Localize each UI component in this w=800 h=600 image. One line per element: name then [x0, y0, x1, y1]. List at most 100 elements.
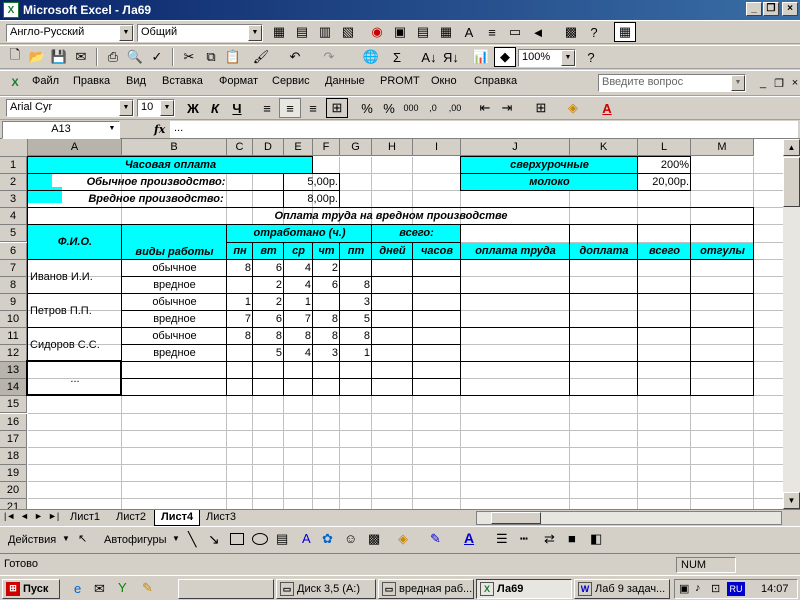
task-word-2[interactable]: W Лаб 9 задач...	[574, 579, 670, 599]
task-empty[interactable]	[178, 579, 274, 599]
window-icon[interactable]: ▭	[504, 22, 526, 42]
arrow-icon[interactable]: ↘	[208, 531, 220, 548]
picture-icon[interactable]: ▩	[368, 531, 380, 547]
chevron-down-icon[interactable]: ▼	[119, 25, 133, 41]
hours-value[interactable]: 7	[284, 311, 313, 328]
hours-value[interactable]	[340, 260, 372, 277]
row-header[interactable]: 2	[0, 174, 27, 192]
menu-file[interactable]: Файл	[32, 75, 59, 87]
hours-value[interactable]: 8	[313, 311, 340, 328]
hours-value[interactable]: 5	[253, 345, 284, 362]
column-header[interactable]: K	[570, 139, 638, 156]
select-pointer-icon[interactable]: ↖	[78, 532, 87, 545]
row-header[interactable]: 21	[0, 499, 27, 509]
cut-icon[interactable]: ✂	[178, 47, 200, 67]
chevron-down-icon[interactable]: ▼	[105, 122, 119, 138]
align-left-icon[interactable]: ≡	[256, 98, 278, 118]
hours-value[interactable]: 8	[227, 328, 253, 345]
ie-icon[interactable]: e	[74, 581, 81, 596]
days-header[interactable]: дней	[372, 242, 413, 260]
worked-header[interactable]: отработано (ч.)	[227, 225, 372, 243]
work-type[interactable]: обычное	[122, 260, 227, 277]
dictionary-icon[interactable]: ▥	[314, 22, 336, 42]
shadow-icon[interactable]: ■	[568, 531, 576, 546]
autosum-icon[interactable]: Σ	[386, 47, 408, 67]
day-header[interactable]: ср	[284, 242, 313, 260]
chevron-down-icon[interactable]: ▼	[172, 534, 180, 543]
chevron-down-icon[interactable]: ▼	[119, 100, 133, 116]
line-icon[interactable]: ╲	[188, 531, 196, 548]
next-sheet-icon[interactable]: ►	[34, 511, 43, 521]
row-header[interactable]: 15	[0, 396, 27, 414]
chevron-down-icon[interactable]: ▼	[731, 75, 745, 91]
row-header[interactable]: 11	[0, 328, 27, 346]
tray-app-icon[interactable]: ▣	[679, 582, 689, 595]
image-icon[interactable]: ▩	[560, 22, 582, 42]
column-header[interactable]: A	[28, 139, 122, 156]
extra-header[interactable]: доплата	[570, 242, 638, 260]
font-color-icon[interactable]: A	[596, 98, 618, 118]
percent-icon[interactable]: %	[378, 98, 400, 118]
row-header[interactable]: 16	[0, 413, 27, 431]
hyperlink-icon[interactable]: 🌐	[360, 47, 382, 67]
employee-name[interactable]: Петров П.П.	[28, 294, 122, 328]
hours-value[interactable]: 8	[284, 328, 313, 345]
column-header[interactable]: H	[372, 139, 413, 156]
drawing-icon[interactable]: ◆	[494, 47, 516, 67]
overtime-label[interactable]: сверхурочные	[461, 157, 638, 175]
scroll-thumb[interactable]	[783, 157, 800, 207]
column-header[interactable]: I	[413, 139, 461, 156]
translate-icon[interactable]: ▦	[268, 22, 290, 42]
menu-help[interactable]: Справка	[474, 75, 517, 87]
name-box[interactable]: A13 ▼	[2, 121, 120, 139]
back-icon[interactable]: ◄	[527, 22, 549, 42]
row-header[interactable]: 10	[0, 310, 27, 328]
work-type[interactable]: обычное	[122, 294, 227, 311]
decrease-decimal-icon[interactable]: ,00	[444, 98, 466, 118]
format-combo[interactable]: Общий ▼	[137, 24, 263, 42]
italic-button[interactable]: К	[204, 98, 226, 118]
hours-value[interactable]: 6	[253, 260, 284, 277]
promt-icon[interactable]: ◉	[366, 22, 388, 42]
chart-icon[interactable]: 📊	[470, 47, 492, 67]
scroll-up-icon[interactable]: ▲	[783, 139, 800, 156]
column-header[interactable]: L	[638, 139, 691, 156]
fill-color-icon[interactable]: ◈	[562, 98, 584, 118]
volume-icon[interactable]: ♪	[695, 582, 701, 594]
book-icon[interactable]: ▤	[412, 22, 434, 42]
hours-value[interactable]: 7	[227, 311, 253, 328]
line-color-icon[interactable]: ✎	[430, 531, 441, 547]
select-all-corner[interactable]	[0, 139, 28, 157]
work-type[interactable]: вредное	[122, 277, 227, 294]
day-header[interactable]: пт	[340, 242, 372, 260]
total-header[interactable]: всего:	[372, 225, 461, 243]
hours-value[interactable]: 2	[253, 294, 284, 311]
language-combo[interactable]: Англо-Русский ▼	[6, 24, 134, 42]
work-type[interactable]: обычное	[122, 328, 227, 345]
column-header[interactable]: G	[340, 139, 372, 156]
work-type[interactable]: вредное	[122, 345, 227, 362]
milk-label[interactable]: молоко	[461, 174, 638, 192]
doc-close-icon[interactable]: ×	[784, 73, 800, 93]
clipart-icon[interactable]: ☺	[344, 531, 357, 546]
menu-format[interactable]: Формат	[219, 75, 258, 87]
day-header[interactable]: чт	[313, 242, 340, 260]
diagram-icon[interactable]: ✿	[322, 531, 333, 547]
task-disk[interactable]: ▭ Диск 3,5 (A:)	[276, 579, 376, 599]
day-header[interactable]: вт	[253, 242, 284, 260]
column-header[interactable]: D	[253, 139, 284, 156]
table-icon[interactable]: ▦	[435, 22, 457, 42]
milk-value[interactable]: 20,00р.	[638, 174, 691, 191]
hours-value[interactable]: 1	[227, 294, 253, 311]
list-icon[interactable]: ≡	[481, 22, 503, 42]
first-sheet-icon[interactable]: |◄	[4, 511, 15, 521]
restore-button[interactable]: ❐	[763, 2, 779, 16]
chevron-down-icon[interactable]: ▼	[248, 25, 262, 41]
hours-value[interactable]: 8	[227, 260, 253, 277]
rectangle-icon[interactable]	[230, 533, 244, 545]
sort-desc-icon[interactable]: Я↓	[440, 47, 462, 67]
excel-app-icon[interactable]: X	[3, 2, 19, 18]
size-combo[interactable]: 10 ▼	[137, 99, 175, 117]
sheet-tab-3[interactable]: Лист3	[200, 510, 242, 526]
spreadsheet-grid[interactable]: A B C D E F G H I J K L M 1 2 3 4 5 6 7 8 9 10 11 12 13 14 15 16 17 18…	[0, 139, 800, 509]
